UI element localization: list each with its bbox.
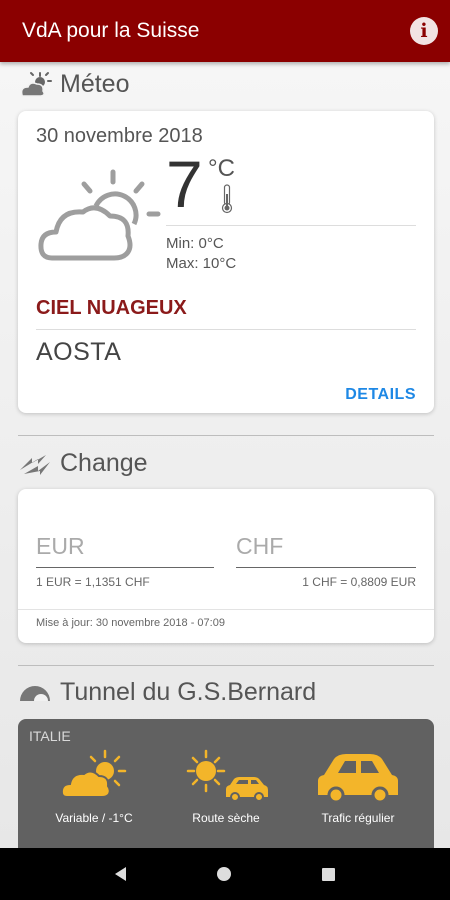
partly-cloudy-icon (38, 169, 161, 261)
details-button[interactable]: DETAILS (345, 386, 416, 404)
sun-car-icon (186, 749, 268, 802)
tunnel-section-title: Tunnel du G.S.Bernard (60, 678, 317, 706)
currency-card: EUR CHF 1 EUR = 1,1351 CHF 1 CHF = 0,880… (18, 489, 434, 643)
change-section-header: Change (18, 449, 148, 478)
temperature-value: 7 (166, 147, 203, 221)
divider (36, 329, 416, 330)
chf-input[interactable]: CHF (236, 533, 283, 560)
meteo-section-header: Méteo (18, 70, 129, 99)
max-temperature: Max: 10°C (166, 255, 237, 272)
thermometer-icon (221, 184, 233, 214)
tunnel-country: ITALIE (29, 728, 71, 744)
app-bar: VdA pour la Suisse i (0, 0, 450, 62)
tunnel-icon (20, 685, 50, 701)
partly-cloudy-icon (61, 749, 127, 798)
system-nav-bar (0, 848, 450, 900)
section-divider (18, 665, 434, 666)
home-icon[interactable] (216, 867, 231, 881)
city-name: AOSTA (36, 338, 122, 366)
tunnel-traffic-label: Trafic régulier (321, 811, 395, 825)
tunnel-road-label: Route sèche (192, 811, 260, 825)
chf-input-underline (236, 567, 416, 568)
meteo-section-title: Méteo (60, 70, 130, 98)
weather-condition: CIEL NUAGEUX (36, 297, 187, 319)
change-section-title: Change (60, 449, 148, 477)
info-icon[interactable]: i (410, 17, 438, 45)
tunnel-road: Route sèche (156, 749, 296, 825)
chf-rate: 1 CHF = 0,8809 EUR (302, 575, 416, 589)
tunnel-traffic: Trafic régulier (288, 749, 428, 825)
min-temperature: Min: 0°C (166, 235, 224, 252)
recent-apps-icon[interactable] (321, 867, 335, 881)
weather-date: 30 novembre 2018 (36, 125, 203, 147)
car-icon (318, 754, 398, 804)
back-icon[interactable] (115, 867, 127, 881)
tunnel-weather: Variable / -1°C (24, 749, 164, 825)
divider (18, 609, 434, 610)
tunnel-weather-label: Variable / -1°C (55, 811, 133, 825)
section-divider (18, 435, 434, 436)
tunnel-card: ITALIE Variable / -1°C Route sèche Trafi… (18, 719, 434, 859)
divider (166, 225, 416, 226)
eur-input[interactable]: EUR (36, 533, 85, 560)
weather-card: 30 novembre 2018 7 °C Min: 0°C Max: 10°C… (18, 111, 434, 413)
app-title: VdA pour la Suisse (22, 19, 200, 42)
eur-input-underline (36, 567, 214, 568)
temperature-unit: °C (208, 155, 235, 182)
update-timestamp: Mise à jour: 30 novembre 2018 - 07:09 (36, 617, 225, 629)
exchange-icon (20, 454, 50, 475)
eur-rate: 1 EUR = 1,1351 CHF (36, 575, 150, 589)
weather-icon (20, 71, 52, 97)
tunnel-section-header: Tunnel du G.S.Bernard (18, 678, 316, 707)
